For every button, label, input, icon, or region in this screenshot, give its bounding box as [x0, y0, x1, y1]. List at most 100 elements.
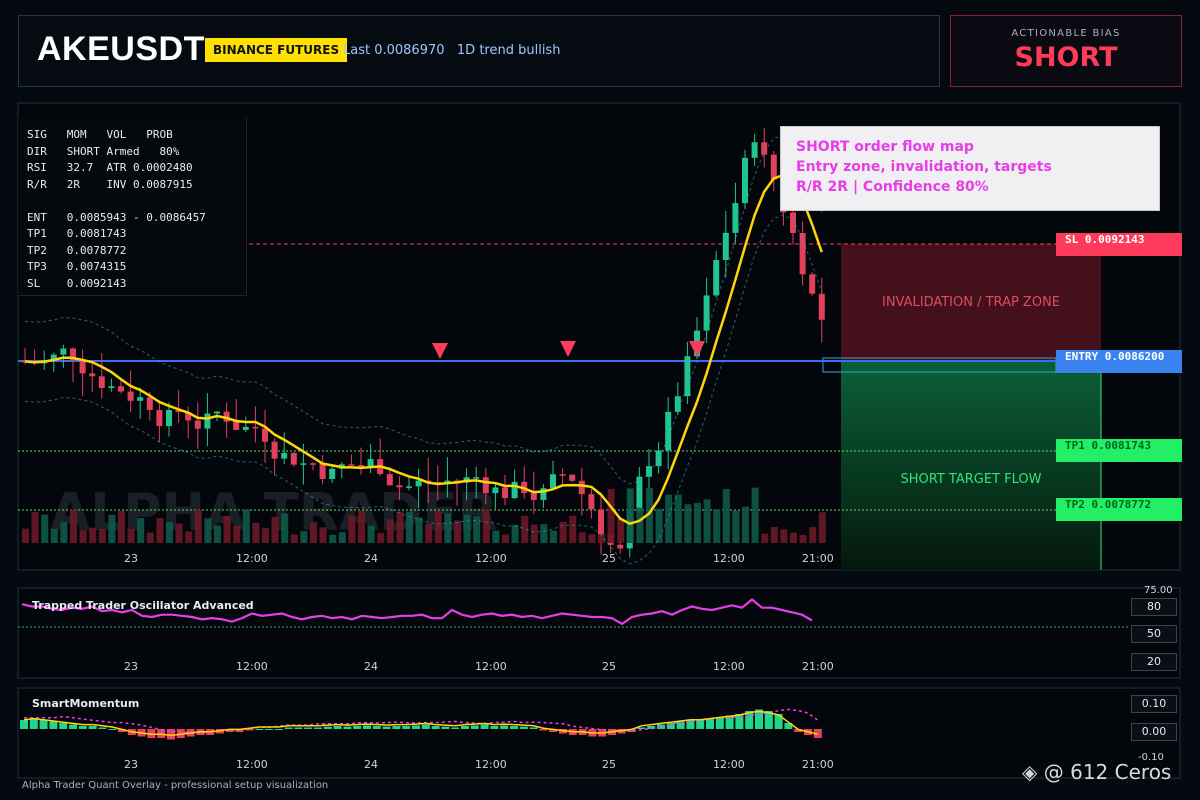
volume-bar: [665, 494, 673, 543]
osc1-scale-20: 20: [1131, 653, 1177, 671]
volume-bar: [271, 516, 279, 543]
candle-body: [281, 452, 288, 459]
volume-bar: [358, 510, 365, 543]
volume-bar: [377, 533, 385, 543]
candle-body: [578, 480, 585, 495]
candle-body: [262, 428, 268, 442]
momentum-bar: [323, 726, 332, 729]
volume-bar: [655, 508, 663, 543]
time-tick: 12:00: [236, 552, 268, 565]
osc1-scale-80: 80: [1131, 598, 1177, 616]
volume-bar: [233, 525, 241, 543]
momentum-bar: [314, 727, 322, 729]
candle-body: [511, 481, 518, 499]
volume-bar: [98, 528, 106, 543]
candle-body: [722, 232, 729, 260]
candle-body: [348, 464, 355, 466]
candle-body: [386, 474, 393, 486]
volume-bar: [799, 534, 807, 543]
candle-body: [127, 391, 134, 401]
momentum-bar: [637, 727, 646, 729]
candle-body: [732, 203, 739, 233]
osc2-scale-top: 0.10: [1131, 695, 1177, 713]
volume-bar: [367, 525, 375, 543]
volume-bar: [146, 532, 154, 543]
entry-level-tag: ENTRY 0.0086200: [1056, 350, 1182, 373]
candle-body: [674, 396, 681, 412]
volume-bar: [290, 534, 298, 543]
volume-bar: [338, 532, 346, 543]
momentum-bar: [480, 724, 489, 729]
volume-bar: [396, 511, 404, 543]
setup-info-table: SIG MOM VOL PROB DIR SHORT Armed 80% RSI…: [18, 117, 247, 296]
volume-bar: [530, 524, 538, 543]
candle-body: [98, 376, 105, 388]
time-tick: 12:00: [713, 552, 745, 565]
volume-bar: [444, 513, 452, 543]
target-zone: [841, 361, 1101, 570]
volume-bar: [194, 509, 202, 543]
time-tick: 23: [124, 552, 138, 565]
momentum-bar: [255, 729, 264, 730]
momentum-bar: [461, 726, 469, 729]
momentum-bar: [441, 726, 450, 729]
volume-bar: [761, 533, 769, 543]
candle-body: [482, 477, 489, 494]
volume-bar: [156, 518, 164, 543]
invalidation-zone-label: INVALIDATION / TRAP ZONE: [881, 295, 1061, 310]
time-tick: 12:00: [475, 552, 507, 565]
momentum-bar: [490, 726, 499, 729]
candle-body: [770, 154, 777, 180]
momentum-bar: [451, 727, 460, 729]
note-line-1: SHORT order flow map: [796, 139, 974, 155]
volume-bar: [70, 509, 77, 543]
volume-bar: [780, 529, 788, 543]
candle-body: [89, 373, 96, 377]
candle-body: [166, 409, 172, 427]
volume-bar: [137, 518, 145, 543]
momentum-bar: [402, 726, 411, 729]
footer-caption: Alpha Trader Quant Overlay - professiona…: [22, 780, 329, 791]
volume-bar: [166, 522, 173, 543]
volume-bar: [425, 524, 433, 543]
volume-bar: [636, 507, 644, 543]
candle-body: [598, 509, 604, 535]
sl-level-tag: SL 0.0092143: [1056, 233, 1182, 256]
volume-bar: [742, 506, 749, 543]
time-tick: 25: [602, 660, 616, 673]
momentum-bar: [108, 729, 117, 730]
volume-bar: [185, 531, 193, 543]
momentum-bar: [88, 726, 97, 729]
note-box: SHORT order flow map Entry zone, invalid…: [780, 126, 1160, 211]
volume-bar: [50, 528, 58, 543]
time-tick: 21:00: [802, 660, 834, 673]
momentum-bar: [421, 724, 430, 729]
volume-bar: [578, 532, 586, 543]
candle-body: [396, 485, 403, 488]
momentum-bar: [78, 726, 87, 729]
volume-bar: [108, 514, 116, 543]
volume-bar: [252, 522, 260, 543]
volume-bar: [454, 520, 461, 543]
candle-body: [713, 259, 720, 296]
candle-body: [703, 295, 710, 331]
candle-body: [60, 348, 67, 355]
momentum-bar: [98, 727, 107, 729]
volume-bar: [770, 526, 778, 543]
time-tick: 25: [602, 552, 616, 565]
candle-body: [655, 450, 662, 467]
candle-body: [818, 293, 825, 320]
volume-bar: [569, 515, 577, 543]
candle-body: [502, 487, 508, 499]
time-tick: 12:00: [713, 660, 745, 673]
candle-body: [473, 477, 480, 479]
candle-body: [156, 410, 163, 427]
momentum-bar: [29, 718, 38, 729]
volume-bar: [41, 514, 49, 543]
time-tick: 12:00: [236, 660, 268, 673]
volume-bar: [607, 488, 615, 543]
candle-body: [559, 474, 566, 476]
candle-body: [242, 426, 249, 430]
volume-bar: [511, 524, 519, 543]
momentum-bar: [20, 720, 28, 729]
